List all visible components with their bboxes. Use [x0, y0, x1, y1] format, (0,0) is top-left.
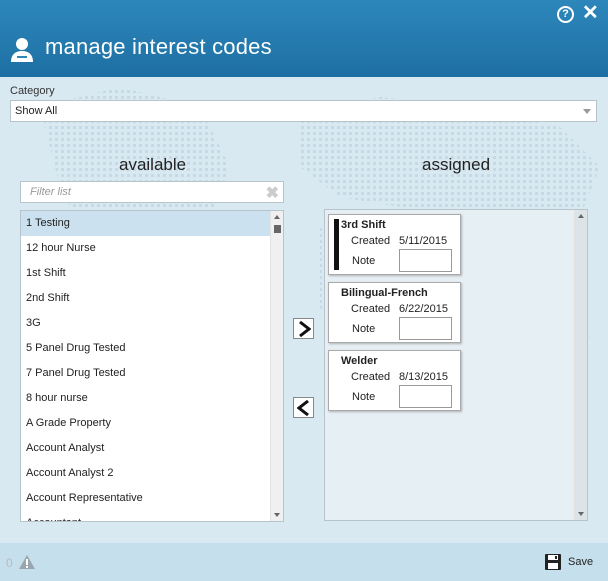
created-date: 5/11/2015 [399, 235, 448, 247]
save-disk-icon [545, 554, 561, 570]
list-item[interactable]: Account Analyst 2 [21, 461, 270, 486]
created-date: 8/13/2015 [399, 371, 448, 383]
scroll-down-icon[interactable] [274, 513, 280, 517]
list-item[interactable]: 3G [21, 311, 270, 336]
assigned-name: 3rd Shift [341, 219, 386, 231]
assigned-card[interactable]: Bilingual-French Created 6/22/2015 Note [328, 282, 461, 343]
list-item[interactable]: Account Representative [21, 486, 270, 511]
scroll-up-icon[interactable] [578, 214, 584, 218]
clear-filter-icon[interactable]: ✖ [266, 183, 279, 203]
note-input[interactable] [399, 385, 452, 408]
assigned-name: Bilingual-French [341, 287, 428, 299]
list-item[interactable]: Account Analyst [21, 436, 270, 461]
color-bar [334, 219, 339, 270]
list-item[interactable]: 7 Panel Drug Tested [21, 361, 270, 386]
assigned-card[interactable]: Welder Created 8/13/2015 Note [328, 350, 461, 411]
warning-count: 0 [6, 556, 13, 570]
save-label: Save [568, 556, 594, 568]
list-item[interactable]: A Grade Property [21, 411, 270, 436]
assigned-card[interactable]: 3rd Shift Created 5/11/2015 Note [328, 214, 461, 275]
chevron-down-icon [583, 109, 591, 114]
category-label: Category [10, 85, 55, 97]
scroll-thumb[interactable] [274, 225, 281, 233]
category-selected-value: Show All [15, 105, 58, 117]
dialog-body: Category Show All available assigned ✖ 1… [0, 77, 608, 543]
list-item[interactable]: 12 hour Nurse [21, 236, 270, 261]
footer-bar: 0 Save [0, 543, 608, 581]
category-dropdown[interactable]: Show All [10, 100, 597, 122]
close-icon[interactable]: ✕ [582, 2, 599, 24]
list-item[interactable]: 5 Panel Drug Tested [21, 336, 270, 361]
chevron-right-icon [298, 320, 311, 337]
assigned-list[interactable]: 3rd Shift Created 5/11/2015 Note Bilingu… [324, 209, 588, 521]
available-list[interactable]: 1 Testing 12 hour Nurse 1st Shift 2nd Sh… [20, 210, 284, 522]
note-label: Note [352, 391, 376, 403]
list-item[interactable]: 2nd Shift [21, 286, 270, 311]
assigned-scrollbar[interactable] [574, 210, 587, 520]
assign-button[interactable] [293, 318, 314, 339]
list-item[interactable]: 8 hour nurse [21, 386, 270, 411]
chevron-left-icon [296, 399, 309, 416]
available-scrollbar[interactable] [270, 211, 283, 521]
note-label: Note [352, 323, 376, 335]
list-item[interactable]: Accountant [21, 511, 270, 521]
scroll-down-icon[interactable] [578, 512, 584, 516]
created-label: Created [351, 371, 391, 383]
note-label: Note [352, 255, 376, 267]
assigned-name: Welder [341, 355, 378, 367]
filter-field: ✖ [20, 181, 284, 203]
warning-icon [19, 555, 35, 569]
scroll-up-icon[interactable] [274, 215, 280, 219]
available-heading: available [119, 155, 187, 174]
created-label: Created [351, 235, 391, 247]
help-icon[interactable]: ? [557, 6, 574, 23]
window-title: manage interest codes [45, 34, 272, 59]
created-label: Created [351, 303, 391, 315]
created-date: 6/22/2015 [399, 303, 448, 315]
filter-input[interactable] [21, 182, 251, 202]
assigned-heading: assigned [422, 155, 491, 174]
note-input[interactable] [399, 249, 452, 272]
user-icon [11, 38, 33, 62]
unassign-button[interactable] [293, 397, 314, 418]
list-item[interactable]: 1 Testing [21, 211, 270, 236]
note-input[interactable] [399, 317, 452, 340]
list-item[interactable]: 1st Shift [21, 261, 270, 286]
title-bar: manage interest codes ? ✕ [0, 0, 608, 77]
